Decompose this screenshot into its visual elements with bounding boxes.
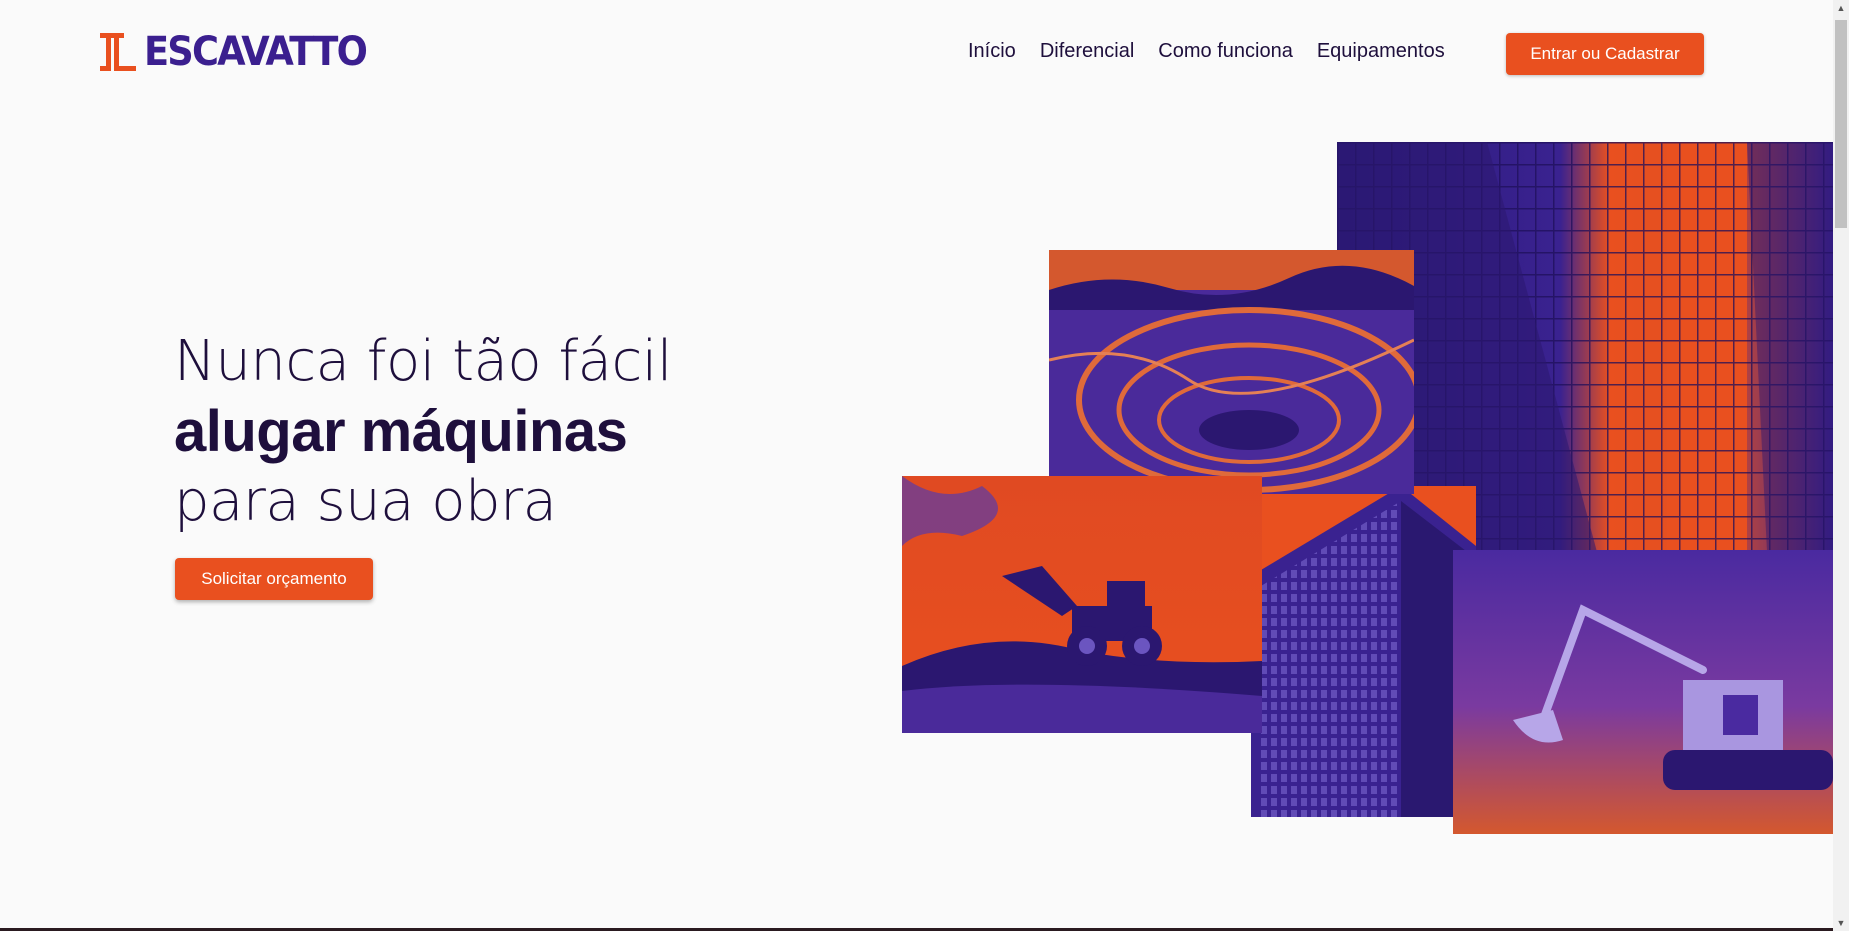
brand-logo[interactable]: ESCAVATTO bbox=[100, 31, 385, 73]
brand-name: ESCAVATTO bbox=[144, 29, 368, 75]
request-quote-button[interactable]: Solicitar orçamento bbox=[175, 558, 373, 600]
excavator-photo bbox=[1453, 550, 1833, 834]
hero-line-2: alugar máquinas bbox=[174, 399, 628, 464]
mine-photo bbox=[1049, 250, 1414, 494]
scrollbar-thumb[interactable] bbox=[1835, 20, 1847, 228]
login-signup-button[interactable]: Entrar ou Cadastrar bbox=[1506, 33, 1704, 75]
wheel-loader-photo bbox=[902, 476, 1262, 733]
escavatto-logo-icon bbox=[100, 33, 136, 71]
hero-line-1: Nunca foi tão fácil bbox=[174, 329, 672, 394]
hero-line-3: para sua obra bbox=[174, 469, 557, 534]
page-scrollbar[interactable]: ▲ ▼ bbox=[1833, 0, 1849, 931]
office-building-photo bbox=[1251, 486, 1476, 817]
nav-link-equipamentos[interactable]: Equipamentos bbox=[1317, 40, 1445, 63]
arrow-up-icon[interactable]: ▲ bbox=[1833, 0, 1849, 16]
main-nav: Início Diferencial Como funciona Equipam… bbox=[968, 40, 1445, 63]
nav-link-como-funciona[interactable]: Como funciona bbox=[1158, 40, 1293, 63]
hero-title: Nunca foi tão fácil alugar máquinas para… bbox=[174, 327, 672, 537]
nav-link-inicio[interactable]: Início bbox=[968, 40, 1016, 63]
arrow-down-icon[interactable]: ▼ bbox=[1833, 915, 1849, 931]
nav-link-diferencial[interactable]: Diferencial bbox=[1040, 40, 1134, 63]
page: ESCAVATTO Início Diferencial Como funcio… bbox=[0, 0, 1833, 931]
